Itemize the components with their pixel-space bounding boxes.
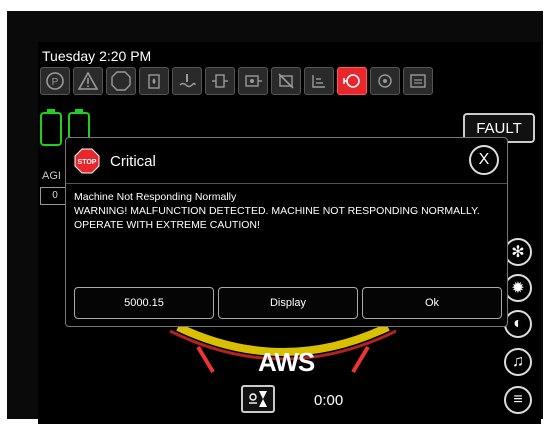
side-label: AGI xyxy=(42,170,61,182)
date-time: Tuesday 2:20 PM xyxy=(42,48,152,64)
display-button[interactable]: Display xyxy=(218,287,358,319)
dialog-divider xyxy=(66,183,507,184)
fuel-filter-icon[interactable] xyxy=(139,67,169,95)
music-icon[interactable]: ♫ xyxy=(504,348,532,376)
battery-icon xyxy=(40,109,62,146)
fan-icon[interactable]: ✻ xyxy=(504,238,532,266)
timer: 0:00 xyxy=(314,392,344,409)
coolant-icon[interactable] xyxy=(172,67,202,95)
stop-sign-text: STOP xyxy=(78,159,97,166)
critical-dialog: STOP Critical X Machine Not Responding N… xyxy=(65,137,508,327)
menu-icon[interactable]: ≡ xyxy=(504,386,532,414)
hydraulic-icon[interactable] xyxy=(205,67,235,95)
dialog-heading: Machine Not Responding Normally xyxy=(74,191,237,203)
ok-button[interactable]: Ok xyxy=(362,287,502,319)
dialog-header: STOP Critical xyxy=(74,146,156,176)
hourglass-button[interactable] xyxy=(241,385,275,413)
stop-icon[interactable] xyxy=(106,67,136,95)
stop-sign-icon: STOP xyxy=(74,148,100,174)
device-frame: Tuesday 2:20 PM P FAULT AGI 0 AWS 0:00 ✻… xyxy=(7,11,543,424)
dialog-title: Critical xyxy=(110,152,156,170)
transmission-icon[interactable] xyxy=(238,67,268,95)
status-icon-bar: P xyxy=(40,67,536,99)
engine-icon[interactable] xyxy=(370,67,400,95)
dialog-buttons: 5000.15 Display Ok xyxy=(74,287,502,319)
dialog-body: WARNING! MALFUNCTION DETECTED. MACHINE N… xyxy=(74,205,480,231)
transmission-fault-icon[interactable] xyxy=(271,67,301,95)
disc-icon[interactable]: ◐ xyxy=(504,310,532,338)
aws-label: AWS xyxy=(258,347,315,377)
svg-text:P: P xyxy=(52,77,59,88)
display-screen: Tuesday 2:20 PM P FAULT AGI 0 AWS 0:00 ✻… xyxy=(38,42,541,424)
service-icon[interactable] xyxy=(403,67,433,95)
code-button[interactable]: 5000.15 xyxy=(74,287,214,319)
engine-alert-icon[interactable] xyxy=(337,67,367,95)
hourglass-icon xyxy=(249,391,267,407)
close-button[interactable]: X xyxy=(469,145,499,175)
dialog-message: Machine Not Responding Normally WARNING!… xyxy=(74,190,499,232)
parking-brake-icon[interactable]: P xyxy=(40,67,70,95)
light-icon[interactable]: ✹ xyxy=(504,274,532,302)
oil-level-icon[interactable] xyxy=(304,67,334,95)
warning-triangle-icon[interactable] xyxy=(73,67,103,95)
